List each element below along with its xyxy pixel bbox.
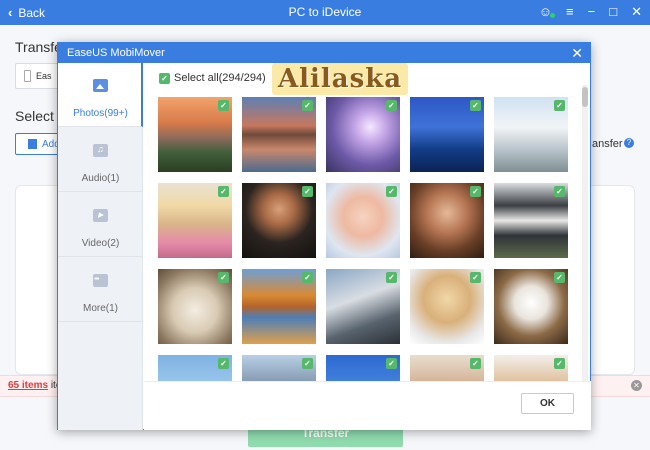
photo-icon (93, 79, 108, 92)
add-files-button[interactable]: Add (15, 133, 60, 155)
photo-check-icon[interactable]: ✓ (386, 272, 397, 283)
photo-check-icon[interactable]: ✓ (386, 358, 397, 369)
photo-thumbnail[interactable]: ✓ (158, 97, 232, 172)
photo-thumbnail[interactable]: ✓ (326, 183, 400, 258)
photo-check-icon[interactable]: ✓ (218, 100, 229, 111)
menu-icon[interactable]: ≡ (566, 3, 574, 21)
watermark-logo: Alilaska (272, 63, 409, 95)
help-icon[interactable]: ? (624, 138, 634, 148)
photo-check-icon[interactable]: ✓ (554, 358, 565, 369)
photo-check-icon[interactable]: ✓ (470, 358, 481, 369)
photo-check-icon[interactable]: ✓ (470, 100, 481, 111)
photo-thumbnail[interactable]: ✓ (494, 269, 568, 344)
items-status: 65 items ite (8, 380, 61, 391)
more-icon (93, 274, 108, 287)
sidebar-item-audio[interactable]: Audio(1) (58, 128, 143, 192)
photo-check-icon[interactable]: ✓ (386, 186, 397, 197)
photo-check-icon[interactable]: ✓ (386, 100, 397, 111)
category-sidebar: Photos(99+) Audio(1) Video(2) More(1) (58, 63, 143, 430)
sidebar-item-more[interactable]: More(1) (58, 258, 143, 322)
photo-thumbnail[interactable]: ✓ (242, 183, 316, 258)
sidebar-item-label: More(1) (82, 303, 118, 314)
scrollbar-thumb[interactable] (582, 87, 588, 107)
photo-check-icon[interactable]: ✓ (554, 272, 565, 283)
online-dot (550, 13, 556, 18)
window-controls: ☺ ≡ − □ ✕ (539, 3, 642, 21)
sidebar-item-label: Audio(1) (81, 173, 120, 184)
photo-grid: ✓ ✓ ✓ ✓ ✓ ✓ ✓ ✓ ✓ ✓ ✓ ✓ ✓ ✓ ✓ ✓ ✓ ✓ ✓ ✓ (158, 97, 568, 383)
sidebar-item-photos[interactable]: Photos(99+) (58, 63, 143, 127)
mobimover-dialog: EaseUS MobiMover ✕ Photos(99+) Audio(1) … (57, 42, 591, 430)
music-icon (93, 144, 108, 157)
photo-thumbnail[interactable]: ✓ (410, 355, 484, 383)
sidebar-item-label: Video(2) (81, 238, 120, 249)
add-file-icon (28, 139, 37, 149)
photo-thumbnail[interactable]: ✓ (158, 183, 232, 258)
photo-check-icon[interactable]: ✓ (218, 186, 229, 197)
photo-thumbnail[interactable]: ✓ (494, 183, 568, 258)
select-all-checkbox[interactable]: ✓ Select all(294/294) (159, 72, 266, 84)
photo-thumbnail[interactable]: ✓ (410, 269, 484, 344)
close-icon[interactable]: ✕ (631, 3, 642, 21)
photo-thumbnail[interactable]: ✓ (326, 97, 400, 172)
photo-grid-viewport: ✓ ✓ ✓ ✓ ✓ ✓ ✓ ✓ ✓ ✓ ✓ ✓ ✓ ✓ ✓ ✓ ✓ ✓ ✓ ✓ (145, 93, 577, 383)
photo-check-icon[interactable]: ✓ (554, 100, 565, 111)
user-icon[interactable]: ☺ (539, 3, 556, 21)
photo-check-icon[interactable]: ✓ (302, 100, 313, 111)
clear-icon[interactable]: ✕ (631, 380, 642, 391)
photo-thumbnail[interactable]: ✓ (242, 97, 316, 172)
sidebar-item-video[interactable]: Video(2) (58, 193, 143, 257)
photo-check-icon[interactable]: ✓ (470, 272, 481, 283)
ok-button[interactable]: OK (521, 393, 574, 414)
photo-thumbnail[interactable]: ✓ (494, 97, 568, 172)
dialog-title: EaseUS MobiMover (67, 47, 165, 59)
phone-icon (24, 70, 31, 82)
select-all-label: Select all(294/294) (174, 72, 266, 84)
device-label: Eas (36, 71, 52, 81)
sidebar-item-label: Photos(99+) (73, 108, 128, 119)
device-selector[interactable]: Eas (15, 63, 59, 89)
photo-thumbnail[interactable]: ✓ (326, 269, 400, 344)
items-count-link[interactable]: 65 items (8, 380, 48, 391)
photo-thumbnail[interactable]: ✓ (242, 355, 316, 383)
photo-check-icon[interactable]: ✓ (302, 358, 313, 369)
video-icon (93, 209, 108, 222)
photo-thumbnail[interactable]: ✓ (158, 355, 232, 383)
minimize-icon[interactable]: − (588, 3, 596, 21)
photo-scrollbar[interactable] (582, 85, 588, 381)
photo-thumbnail[interactable]: ✓ (158, 269, 232, 344)
app-titlebar: ‹ Back PC to iDevice ☺ ≡ − □ ✕ (0, 0, 650, 25)
photo-thumbnail[interactable]: ✓ (494, 355, 568, 383)
check-icon: ✓ (159, 72, 170, 84)
photo-check-icon[interactable]: ✓ (554, 186, 565, 197)
maximize-icon[interactable]: □ (609, 3, 617, 21)
photo-thumbnail[interactable]: ✓ (242, 269, 316, 344)
dialog-close-icon[interactable]: ✕ (571, 44, 583, 62)
photo-check-icon[interactable]: ✓ (218, 272, 229, 283)
photo-check-icon[interactable]: ✓ (218, 358, 229, 369)
photo-check-icon[interactable]: ✓ (302, 272, 313, 283)
photo-thumbnail[interactable]: ✓ (410, 97, 484, 172)
photo-check-icon[interactable]: ✓ (302, 186, 313, 197)
photo-thumbnail[interactable]: ✓ (326, 355, 400, 383)
dialog-titlebar: EaseUS MobiMover ✕ (58, 43, 590, 63)
photo-thumbnail[interactable]: ✓ (410, 183, 484, 258)
photo-check-icon[interactable]: ✓ (470, 186, 481, 197)
transfer-option-label: ansfer (592, 138, 623, 150)
